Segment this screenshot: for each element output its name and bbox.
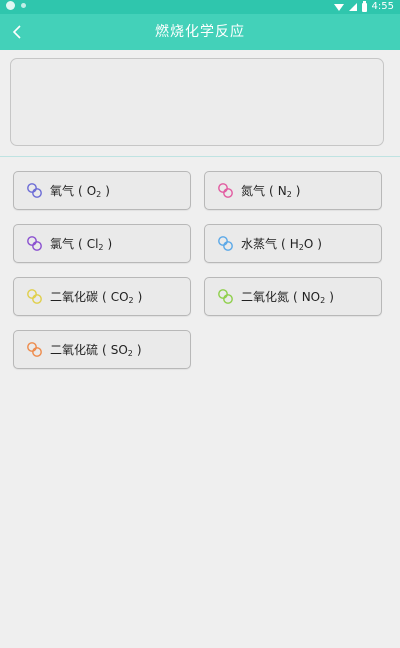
battery-icon <box>361 0 367 12</box>
molecule-icon <box>27 341 42 357</box>
gas-button-chlorine[interactable]: 氯气(Cl2) <box>13 224 191 263</box>
wifi-icon <box>333 3 344 11</box>
reaction-display-area <box>10 58 384 146</box>
notification-dot-icon <box>21 3 26 8</box>
gas-button-nitrogen[interactable]: 氮气(N2) <box>204 171 382 210</box>
gas-label: 水蒸气(H2O) <box>241 237 322 252</box>
molecule-icon <box>27 235 42 251</box>
status-bar: 4:55 <box>0 0 400 14</box>
signal-icon <box>348 3 357 11</box>
gas-button-sulfur-dioxide[interactable]: 二氧化硫(SO2) <box>13 330 191 369</box>
app-bar: 燃烧化学反应 <box>0 14 400 50</box>
molecule-icon <box>218 288 233 304</box>
gas-label: 二氧化硫(SO2) <box>50 343 142 358</box>
section-divider <box>0 156 400 157</box>
gas-button-nitrogen-dioxide[interactable]: 二氧化氮(NO2) <box>204 277 382 316</box>
molecule-icon <box>27 182 42 198</box>
status-time: 4:55 <box>371 1 394 12</box>
gas-button-carbon-dioxide[interactable]: 二氧化碳(CO2) <box>13 277 191 316</box>
molecule-icon <box>218 182 233 198</box>
gas-label: 二氧化碳(CO2) <box>50 290 143 305</box>
gas-label: 二氧化氮(NO2) <box>241 290 334 305</box>
molecule-icon <box>27 288 42 304</box>
page-title: 燃烧化学反应 <box>155 24 245 40</box>
gas-button-water-vapor[interactable]: 水蒸气(H2O) <box>204 224 382 263</box>
app-notification-icon <box>6 1 15 10</box>
gas-label: 氧气(O2) <box>50 184 110 199</box>
gas-button-oxygen[interactable]: 氧气(O2) <box>13 171 191 210</box>
molecule-icon <box>218 235 233 251</box>
gas-label: 氯气(Cl2) <box>50 237 113 252</box>
gas-label: 氮气(N2) <box>241 184 301 199</box>
